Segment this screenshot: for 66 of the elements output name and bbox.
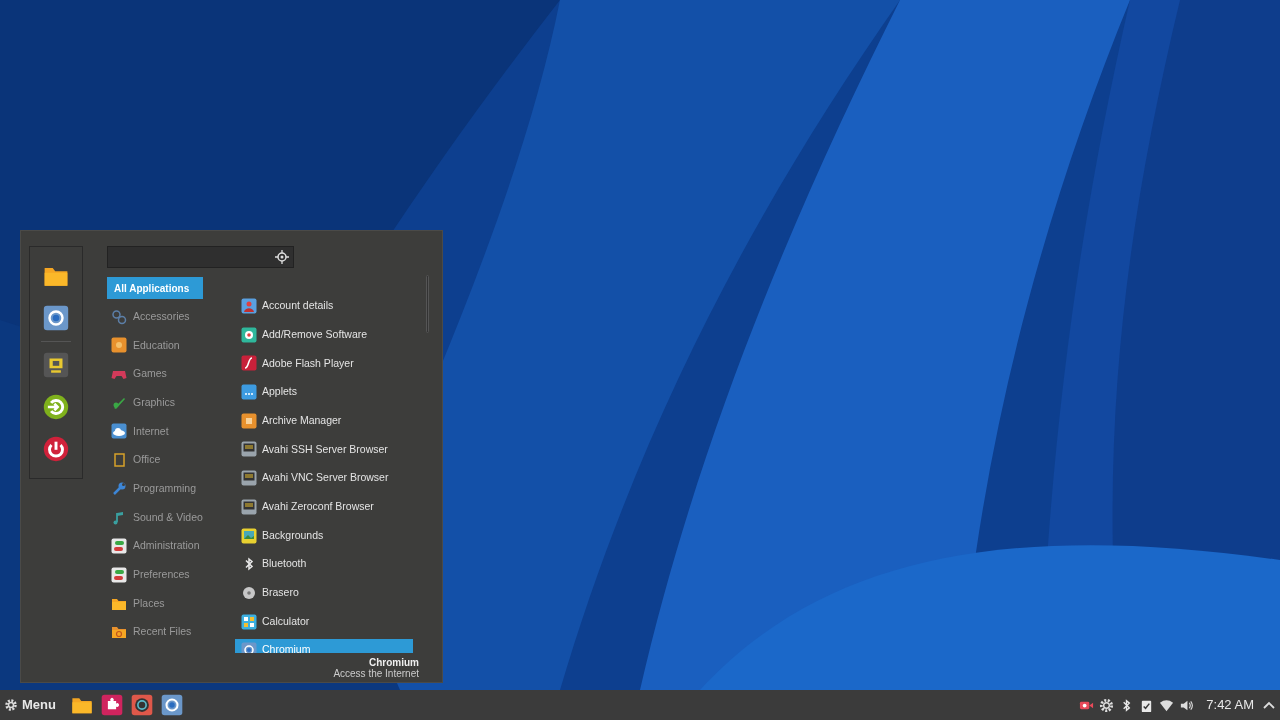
favorite-launcher[interactable]: [41, 434, 71, 464]
category-item[interactable]: Internet: [107, 420, 231, 443]
application-item[interactable]: Avahi VNC Server Browser: [235, 467, 413, 490]
puzzle-icon: [100, 694, 123, 716]
application-item[interactable]: Adobe Flash Player: [235, 352, 413, 375]
category-item[interactable]: Education: [107, 334, 231, 357]
application-item[interactable]: Archive Manager: [235, 409, 413, 432]
taskbar-launcher[interactable]: [159, 693, 184, 717]
folder-icon: [111, 624, 127, 641]
application-item[interactable]: Brasero: [235, 581, 413, 604]
applets-icon: [241, 384, 257, 401]
package-icon: [241, 326, 257, 343]
category-item[interactable]: Programming: [107, 477, 231, 500]
power-icon: [43, 436, 69, 462]
application-item[interactable]: Add/Remove Software: [235, 323, 413, 346]
application-item[interactable]: Backgrounds: [235, 524, 413, 547]
browser-icon: [160, 694, 183, 716]
favorite-launcher[interactable]: [41, 303, 71, 333]
clock[interactable]: 7:42 AM: [1206, 695, 1254, 715]
network-port-icon: [241, 498, 257, 515]
image-icon: [241, 527, 257, 544]
flash-icon: [241, 355, 257, 372]
menu-button[interactable]: Menu: [0, 690, 60, 720]
taskbar-launcher[interactable]: [129, 693, 154, 717]
logout-icon: [43, 394, 69, 420]
category-item[interactable]: Office: [107, 449, 231, 472]
category-item[interactable]: Administration: [107, 535, 231, 558]
application-item[interactable]: Avahi Zeroconf Browser: [235, 495, 413, 518]
person-icon: [241, 298, 257, 314]
toggles-icon: [111, 538, 127, 555]
cloud-icon: [111, 423, 127, 440]
application-item[interactable]: Avahi SSH Server Browser: [235, 438, 413, 461]
favorite-launcher[interactable]: [41, 350, 71, 380]
archive-icon: [241, 412, 257, 429]
calculator-icon: [241, 613, 257, 630]
network-port-icon: [241, 441, 257, 458]
category-item[interactable]: Sound & Video: [107, 506, 231, 529]
category-item[interactable]: Graphics: [107, 391, 231, 414]
app-description: Access the Internet: [333, 668, 419, 680]
application-item[interactable]: Account details: [235, 295, 413, 317]
document-icon: [111, 452, 127, 469]
favorite-launcher[interactable]: [41, 392, 71, 422]
disc-icon: [241, 584, 257, 601]
category-item[interactable]: Accessories: [107, 305, 231, 328]
camera-icon: [130, 694, 153, 716]
education-icon: [111, 337, 127, 354]
toggles-icon: [111, 566, 127, 583]
application-item[interactable]: Bluetooth: [235, 553, 413, 576]
browser-icon: [43, 305, 69, 331]
taskbar-launcher[interactable]: [99, 693, 124, 717]
category-item[interactable]: Preferences: [107, 563, 231, 586]
gears-icon: [111, 308, 127, 325]
network-port-icon: [241, 470, 257, 487]
monitor-icon: [43, 352, 69, 378]
application-item[interactable]: Calculator: [235, 610, 413, 633]
category-item[interactable]: Games: [107, 363, 231, 386]
category-item[interactable]: Places: [107, 592, 231, 615]
search-icon: [275, 250, 289, 264]
wrench-icon: [111, 480, 127, 497]
app-name: Chromium: [369, 657, 419, 668]
category-item[interactable]: Recent Files: [107, 621, 231, 644]
application-item[interactable]: Applets: [235, 381, 413, 404]
wifi-icon: [1158, 697, 1174, 713]
search-field[interactable]: [107, 246, 294, 268]
settings-icon: [1098, 697, 1114, 713]
gear-icon: [4, 698, 18, 712]
